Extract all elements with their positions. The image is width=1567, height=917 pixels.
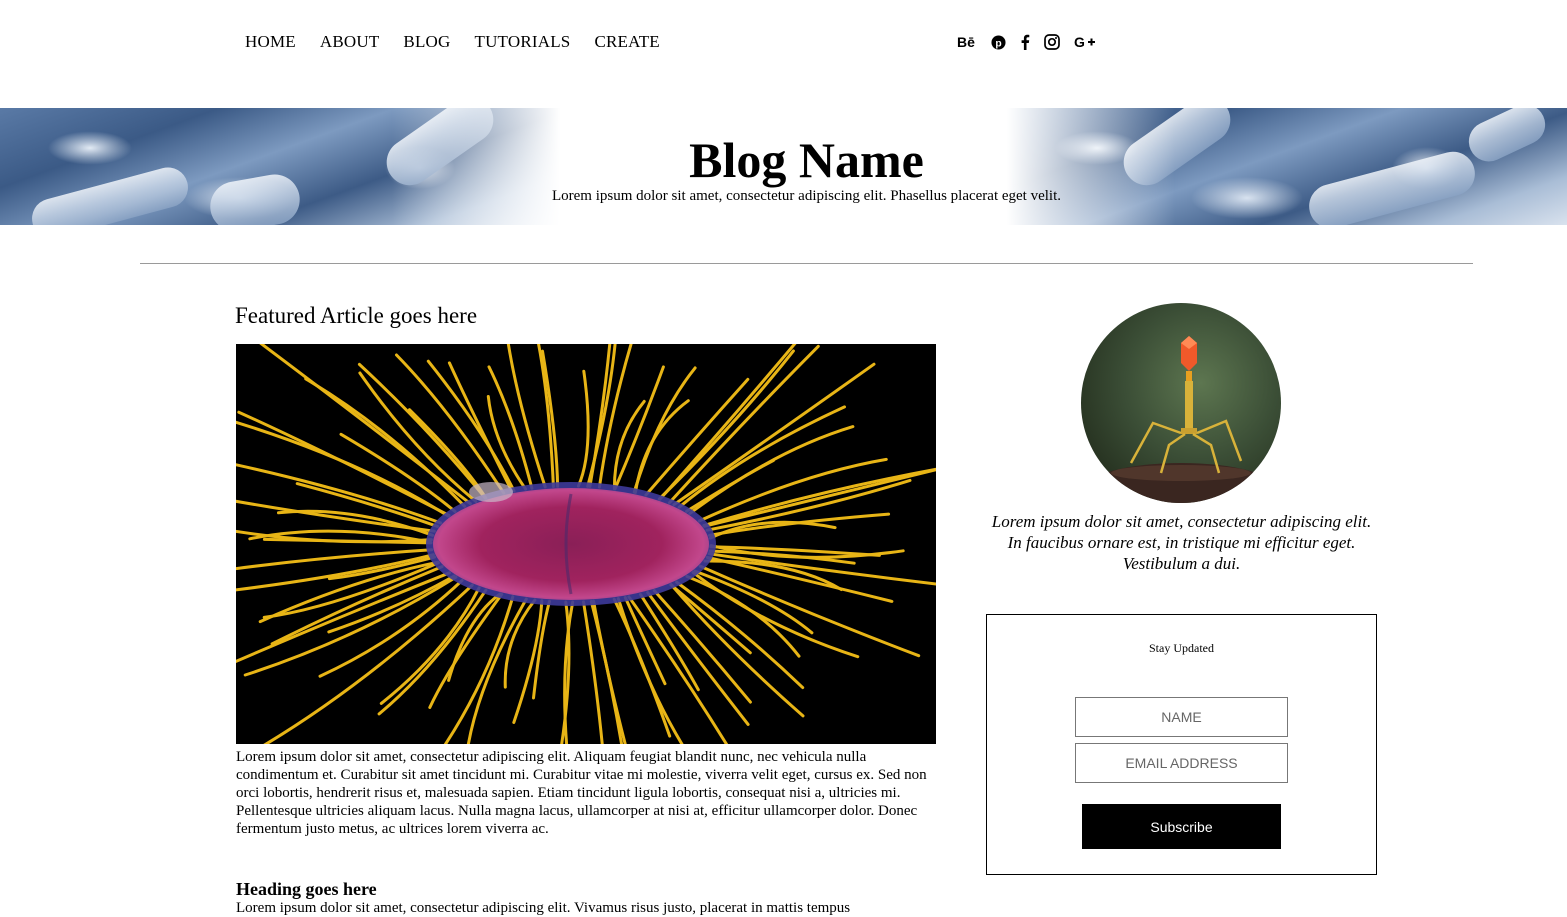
google-plus-icon[interactable]: G — [1074, 31, 1096, 53]
nav-link-blog[interactable]: BLOG — [403, 31, 450, 53]
author-avatar — [1081, 303, 1281, 503]
flagellum — [295, 482, 440, 528]
featured-article-body: Lorem ipsum dolor sit amet, consectetur … — [236, 749, 927, 837]
subscribe-title: Stay Updated — [1149, 641, 1214, 655]
subscribe-form: Stay Updated Subscribe — [986, 614, 1377, 875]
facebook-icon[interactable] — [1020, 31, 1030, 53]
behance-icon[interactable]: Bē — [957, 31, 977, 53]
nav-link-tutorials[interactable]: TUTORIALS — [475, 31, 571, 53]
flagellum — [560, 600, 571, 744]
flagellum — [263, 583, 474, 744]
flagellum — [685, 574, 801, 658]
nav-link-create[interactable]: CREATE — [594, 31, 659, 53]
section-divider — [140, 263, 1473, 264]
flagellum — [582, 600, 604, 744]
instagram-icon[interactable] — [1044, 31, 1060, 53]
social-links: Bē p G — [957, 31, 1110, 53]
section-body: Lorem ipsum dolor sit amet, consectetur … — [236, 900, 851, 916]
blog-tagline: Lorem ipsum dolor sit amet, consectetur … — [551, 188, 1062, 204]
flagellum — [627, 595, 729, 744]
email-input[interactable] — [1075, 743, 1288, 783]
flagellum — [672, 362, 876, 507]
featured-article-title[interactable]: Featured Article goes here — [235, 302, 477, 330]
svg-text:p: p — [995, 38, 1001, 49]
svg-text:Bē: Bē — [957, 35, 975, 49]
flagellum — [652, 589, 752, 704]
nav-link-home[interactable]: HOME — [245, 31, 296, 53]
svg-text:G: G — [1074, 35, 1085, 49]
subscribe-button[interactable]: Subscribe — [1082, 804, 1281, 849]
flagellum — [658, 344, 797, 501]
flagellum — [669, 583, 752, 655]
flagellum — [693, 569, 814, 635]
flagellum — [675, 580, 805, 690]
flagellum — [705, 555, 894, 603]
section-heading: Heading goes here — [236, 879, 377, 899]
flagellum — [677, 405, 846, 509]
author-bio: Lorem ipsum dolor sit amet, consectetur … — [991, 512, 1372, 573]
flagellum — [236, 553, 435, 592]
hero-banner: Blog Name Lorem ipsum dolor sit amet, co… — [0, 108, 1567, 225]
flagellum — [395, 353, 506, 495]
flagellum — [644, 377, 750, 497]
nav-links: HOME ABOUT BLOG TUTORIALS CREATE — [245, 31, 684, 53]
bacterium-illustration — [236, 344, 936, 744]
nav-link-about[interactable]: ABOUT — [320, 31, 380, 53]
flagellum — [698, 564, 921, 658]
top-navigation: HOME ABOUT BLOG TUTORIALS CREATE Bē p G — [0, 0, 1567, 108]
pinterest-icon[interactable]: p — [991, 31, 1006, 53]
flagellum — [702, 467, 936, 528]
name-input[interactable] — [1075, 697, 1288, 737]
flagellum — [616, 597, 684, 744]
flagellum — [576, 369, 590, 488]
blog-title: Blog Name — [689, 132, 924, 188]
featured-article-image[interactable] — [236, 344, 936, 744]
bacteriophage-illustration — [1086, 336, 1276, 503]
